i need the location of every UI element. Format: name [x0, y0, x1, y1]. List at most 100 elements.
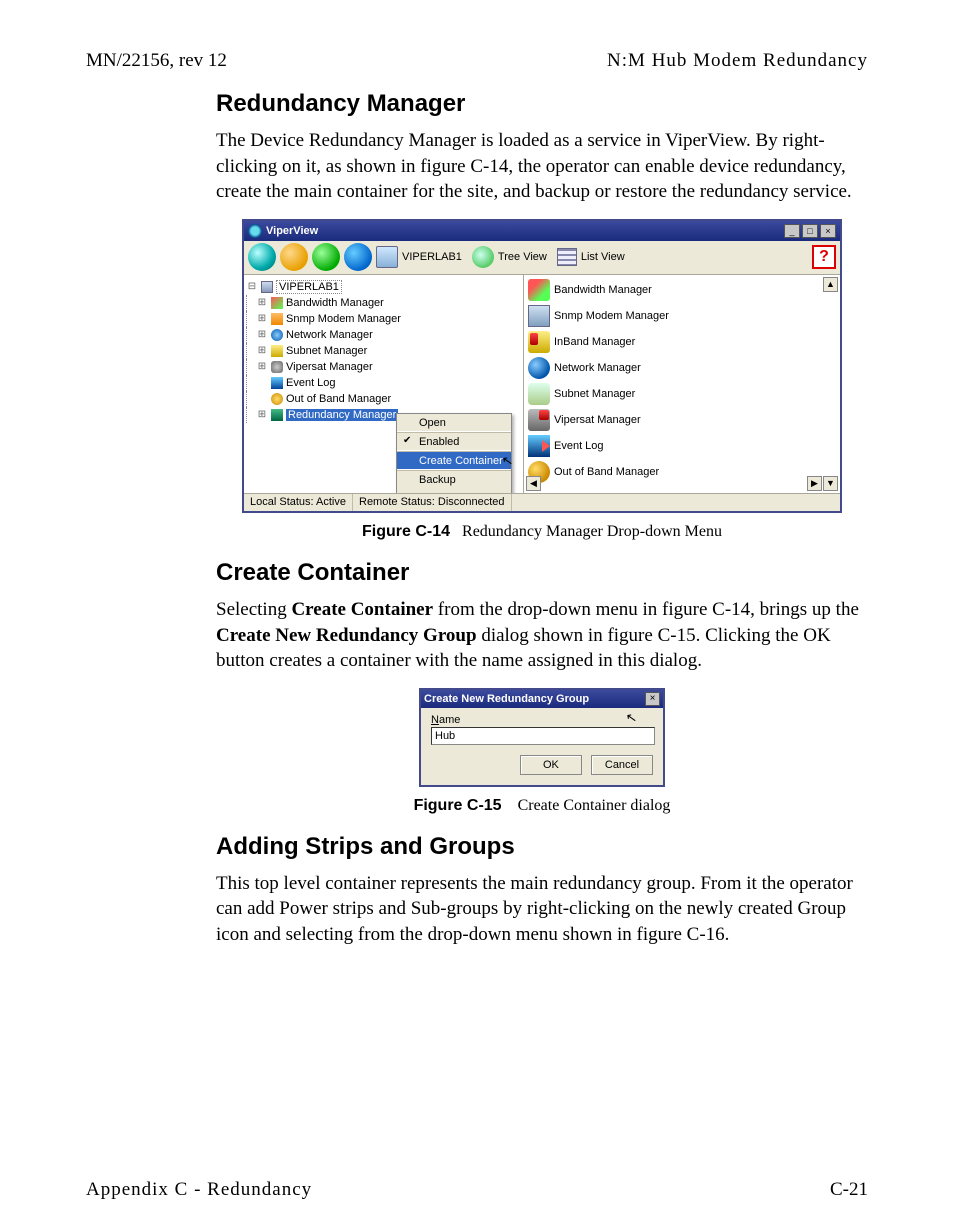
scroll-left-button[interactable]: ◀ [526, 476, 541, 491]
redundancy-icon [271, 409, 283, 421]
tree-item-label: Subnet Manager [286, 345, 367, 357]
subnet-icon [271, 345, 283, 357]
network-icon [528, 357, 550, 379]
bandwidth-icon [271, 297, 283, 309]
tree-item[interactable]: ⊞Vipersat Manager [246, 359, 521, 375]
help-icon[interactable]: ? [812, 245, 836, 269]
list-item-label: Network Manager [554, 362, 641, 374]
cancel-button[interactable]: Cancel [591, 755, 653, 775]
tree-root[interactable]: ⊟VIPERLAB1 [246, 279, 521, 295]
viperview-window: ViperView _ □ × VIPERLAB1 Tree View List… [242, 219, 842, 513]
cursor-icon: ↖ [501, 452, 515, 470]
back-icon[interactable] [312, 243, 340, 271]
minimize-button[interactable]: _ [784, 224, 800, 238]
network-icon [271, 329, 283, 341]
pc-icon [261, 281, 273, 293]
forward-icon[interactable] [344, 243, 372, 271]
list-item[interactable]: Subnet Manager [528, 381, 836, 407]
snmp-icon [528, 305, 550, 327]
tree-item[interactable]: ⊞Snmp Modem Manager [246, 311, 521, 327]
list-panel: ▲ Bandwidth Manager Snmp Modem Manager I… [524, 275, 840, 493]
tree-item-label: Out of Band Manager [286, 393, 391, 405]
window-titlebar[interactable]: ViperView _ □ × [244, 221, 840, 241]
list-item-label: Bandwidth Manager [554, 284, 652, 296]
list-item-label: Event Log [554, 440, 604, 452]
eventlog-icon [528, 435, 550, 457]
close-button[interactable]: × [820, 224, 836, 238]
subnet-icon [528, 383, 550, 405]
tree-item-label: Event Log [286, 377, 336, 389]
header-right: N:M Hub Modem Redundancy [607, 50, 868, 72]
header-left: MN/22156, rev 12 [86, 50, 227, 72]
home-icon[interactable] [280, 243, 308, 271]
figure-c15-caption: Figure C-15 Create Container dialog [216, 797, 868, 815]
status-bar: Local Status: Active Remote Status: Disc… [244, 493, 840, 511]
globe-icon[interactable] [248, 243, 276, 271]
toolbar: VIPERLAB1 Tree View List View ? [244, 241, 840, 275]
name-field-label: Name [431, 714, 653, 726]
tree-view-icon[interactable] [472, 246, 494, 268]
snmp-icon [271, 313, 283, 325]
list-view-label: List View [581, 251, 625, 263]
vipersat-icon [528, 409, 550, 431]
ctx-backup[interactable]: Backup [397, 471, 511, 489]
tree-panel: ⊟VIPERLAB1 ⊞Bandwidth Manager ⊞Snmp Mode… [244, 275, 524, 493]
outofband-icon [271, 393, 283, 405]
list-item-label: InBand Manager [554, 336, 635, 348]
list-item[interactable]: Network Manager [528, 355, 836, 381]
dialog-title: Create New Redundancy Group [424, 693, 645, 705]
tree-item[interactable]: Out of Band Manager [246, 391, 521, 407]
host-icon[interactable] [376, 246, 398, 268]
scroll-up-button[interactable]: ▲ [823, 277, 838, 292]
para-adding-strips: This top level container represents the … [216, 871, 868, 948]
heading-adding-strips: Adding Strips and Groups [216, 833, 868, 861]
create-redundancy-dialog: Create New Redundancy Group × ↖ Name OK … [419, 688, 665, 787]
dialog-titlebar[interactable]: Create New Redundancy Group × [421, 690, 663, 708]
ctx-open[interactable]: Open [397, 414, 511, 433]
tree-item-label: Network Manager [286, 329, 373, 341]
tree-item[interactable]: Event Log [246, 375, 521, 391]
ctx-restore[interactable]: Restore [397, 489, 511, 493]
maximize-button[interactable]: □ [802, 224, 818, 238]
para-create-container: Selecting Create Container from the drop… [216, 597, 868, 674]
tree-item-label: Bandwidth Manager [286, 297, 384, 309]
inband-icon [528, 331, 550, 353]
ctx-create-container[interactable]: Create Container [397, 452, 511, 471]
window-title: ViperView [266, 225, 784, 237]
tree-item-label: Vipersat Manager [286, 361, 373, 373]
scroll-right-button[interactable]: ▶ [807, 476, 822, 491]
list-view-icon[interactable] [557, 248, 577, 266]
list-item[interactable]: Snmp Modem Manager [528, 303, 836, 329]
tree-item[interactable]: ⊞Subnet Manager [246, 343, 521, 359]
tree-item-label: Redundancy Manager [286, 409, 398, 421]
ctx-enabled[interactable]: Enabled [397, 433, 511, 452]
list-item[interactable]: Event Log [528, 433, 836, 459]
cursor-icon: ↖ [625, 709, 639, 727]
scroll-down-button[interactable]: ▼ [823, 476, 838, 491]
para-redundancy-manager: The Device Redundancy Manager is loaded … [216, 128, 868, 205]
ok-button[interactable]: OK [520, 755, 582, 775]
list-item-label: Vipersat Manager [554, 414, 641, 426]
tree-item-label: Snmp Modem Manager [286, 313, 401, 325]
list-item[interactable]: InBand Manager [528, 329, 836, 355]
footer-left: Appendix C - Redundancy [86, 1179, 312, 1201]
vipersat-icon [271, 361, 283, 373]
eventlog-icon [271, 377, 283, 389]
name-input[interactable] [431, 727, 655, 745]
tree-view-label: Tree View [498, 251, 547, 263]
figure-c14-caption: Figure C-14 Redundancy Manager Drop-down… [216, 523, 868, 541]
context-menu: Open Enabled Create Container Backup Res… [396, 413, 512, 493]
list-item[interactable]: Vipersat Manager [528, 407, 836, 433]
list-item[interactable]: Out of Band Manager [528, 459, 836, 485]
heading-redundancy-manager: Redundancy Manager [216, 90, 868, 118]
footer-right: C-21 [830, 1179, 868, 1201]
tree-item[interactable]: ⊞Bandwidth Manager [246, 295, 521, 311]
dialog-close-button[interactable]: × [645, 692, 660, 706]
status-local: Local Status: Active [244, 494, 353, 511]
heading-create-container: Create Container [216, 559, 868, 587]
list-item[interactable]: Bandwidth Manager [528, 277, 836, 303]
status-remote: Remote Status: Disconnected [353, 494, 512, 511]
tree-item[interactable]: ⊞Network Manager [246, 327, 521, 343]
tree-root-label: VIPERLAB1 [276, 280, 342, 294]
app-icon [248, 224, 262, 238]
